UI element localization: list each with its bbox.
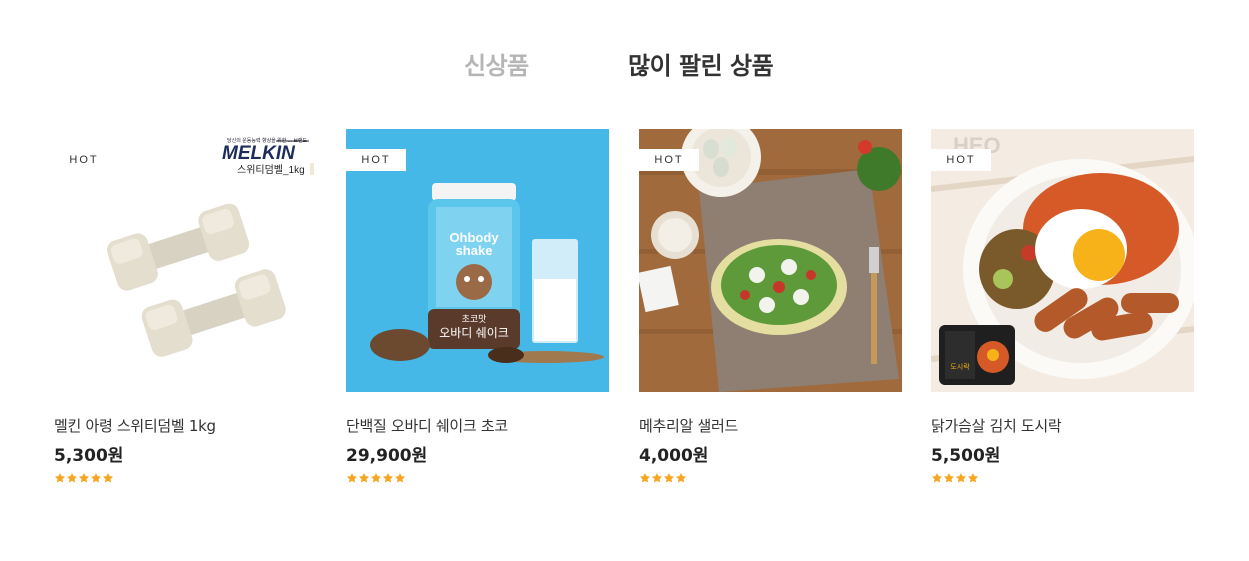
product-card[interactable]: Ohbody shake 초코맛 오바디 쉐이크 HOT 단백질 오바디 쉐이크… xyxy=(346,129,609,486)
product-image-dumbbell[interactable]: 당신의 운동능력 향상을 위한 ... 브랜드 MELKIN 스위티덤벨_1kg… xyxy=(54,129,317,392)
product-tabs: 신상품 많이 팔린 상품 xyxy=(0,46,1249,86)
star-icon xyxy=(359,473,369,483)
star-icon xyxy=(676,473,686,483)
svg-text:오바디 쉐이크: 오바디 쉐이크 xyxy=(439,326,509,340)
star-icon xyxy=(640,473,650,483)
rating-stars xyxy=(639,472,902,486)
svg-text:초코맛: 초코맛 xyxy=(462,314,487,324)
product-price: 5,300원 xyxy=(54,446,124,466)
rating-stars xyxy=(346,472,609,486)
star-icon xyxy=(932,473,942,483)
product-price: 4,000원 xyxy=(639,446,709,466)
hot-badge: HOT xyxy=(931,149,991,171)
product-name[interactable]: 멜킨 아령 스위티덤벨 1kg xyxy=(54,415,317,436)
product-name[interactable]: 메추리알 샐러드 xyxy=(639,415,902,436)
product-image-lunchbox[interactable]: 도시락 HEO HOT xyxy=(931,129,1194,392)
star-icon xyxy=(383,473,393,483)
star-icon xyxy=(103,473,113,483)
star-icon xyxy=(944,473,954,483)
hot-badge: HOT xyxy=(346,149,406,171)
rating-stars xyxy=(931,472,1194,486)
star-icon xyxy=(371,473,381,483)
svg-text:shake: shake xyxy=(456,243,493,258)
product-price: 29,900원 xyxy=(346,446,428,466)
rating-stars xyxy=(54,472,317,486)
star-icon xyxy=(79,473,89,483)
product-image-salad[interactable]: HOT xyxy=(639,129,902,392)
star-icon xyxy=(347,473,357,483)
product-name[interactable]: 닭가슴살 김치 도시락 xyxy=(931,415,1194,436)
hot-badge: HOT xyxy=(639,149,699,171)
brand-logo: MELKIN xyxy=(222,143,296,164)
product-name[interactable]: 단백질 오바디 쉐이크 초코 xyxy=(346,415,609,436)
star-icon xyxy=(67,473,77,483)
star-icon xyxy=(968,473,978,483)
product-image-shake[interactable]: Ohbody shake 초코맛 오바디 쉐이크 HOT xyxy=(346,129,609,392)
star-icon xyxy=(956,473,966,483)
hot-badge: HOT xyxy=(54,149,114,171)
star-icon xyxy=(664,473,674,483)
product-card[interactable]: 당신의 운동능력 향상을 위한 ... 브랜드 MELKIN 스위티덤벨_1kg… xyxy=(54,129,317,486)
svg-text:스위티덤벨_1kg: 스위티덤벨_1kg xyxy=(237,163,305,176)
star-icon xyxy=(55,473,65,483)
product-price: 5,500원 xyxy=(931,446,1001,466)
tab-new-products[interactable]: 신상품 xyxy=(464,46,529,81)
product-card[interactable]: HOT 메추리알 샐러드 4,000원 xyxy=(639,129,902,486)
product-card[interactable]: 도시락 HEO HOT 닭가슴살 김치 도시락 5,500원 xyxy=(931,129,1194,486)
star-icon xyxy=(652,473,662,483)
svg-text:도시락: 도시락 xyxy=(950,363,970,371)
star-icon xyxy=(395,473,405,483)
star-icon xyxy=(91,473,101,483)
tab-best-sellers[interactable]: 많이 팔린 상품 xyxy=(628,46,774,81)
